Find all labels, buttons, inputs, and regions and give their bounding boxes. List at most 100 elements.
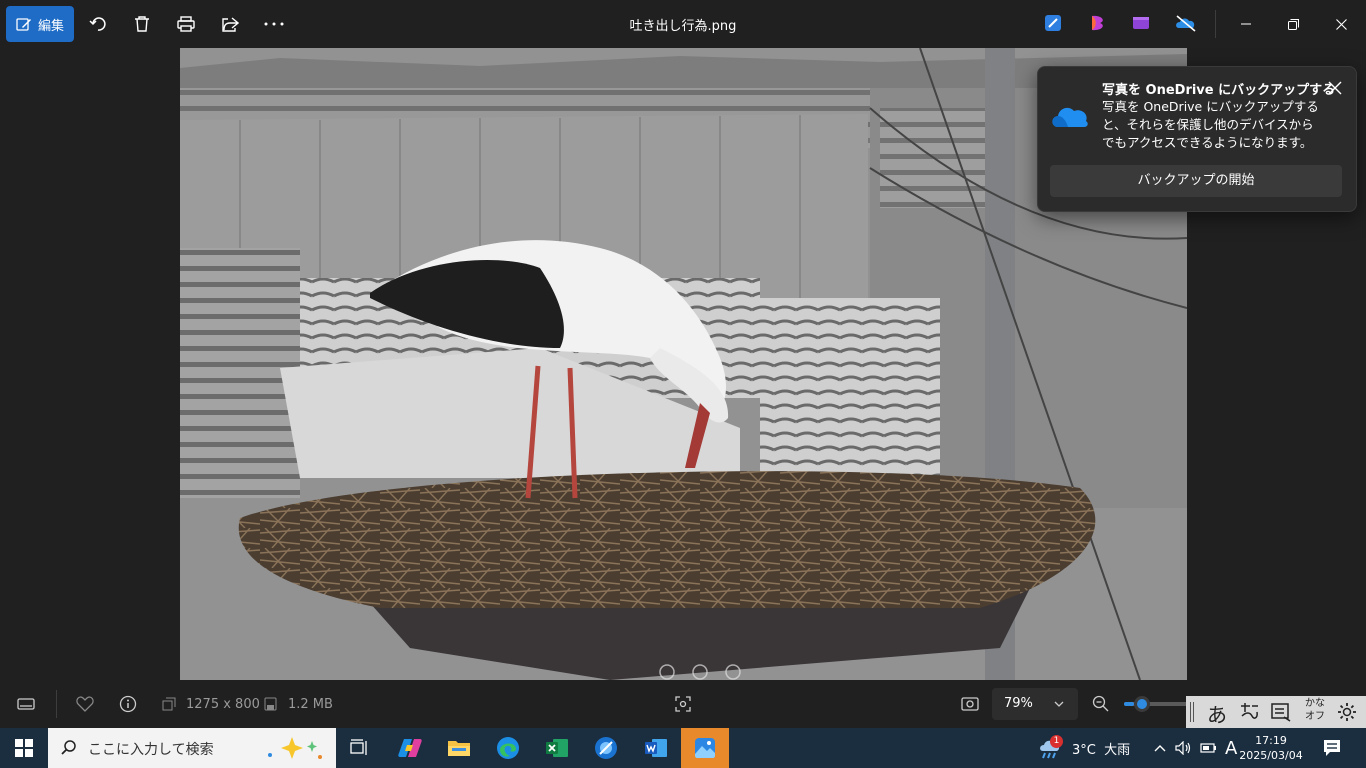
file-info-button[interactable] — [118, 694, 138, 714]
video-editor-button[interactable] — [1131, 13, 1151, 33]
zoom-out-button[interactable] — [1091, 694, 1111, 714]
filmstrip-icon — [17, 698, 35, 710]
excel-icon — [546, 739, 568, 757]
designer-button[interactable] — [1043, 13, 1063, 33]
notification-icon — [1324, 740, 1340, 756]
minimize-button[interactable] — [1223, 0, 1269, 48]
ime-kana-line1: かな — [1305, 698, 1325, 709]
delete-button[interactable] — [124, 6, 160, 42]
ime-hiragana-button[interactable]: あ — [1207, 699, 1227, 728]
more-button[interactable] — [256, 6, 292, 42]
start-backup-button[interactable]: バックアップの開始 — [1050, 165, 1342, 197]
zoom-slider-thumb[interactable] — [1133, 696, 1150, 712]
visual-search-icon — [675, 696, 691, 712]
search-icon — [61, 740, 76, 755]
edge-button[interactable] — [484, 728, 532, 768]
toast-body: 写真を OneDrive にバックアップすると、それらを保護し他のデバイスからで… — [1102, 99, 1319, 150]
minimize-icon — [1241, 23, 1251, 25]
volume-button[interactable] — [1175, 728, 1191, 768]
new-outlook-icon — [595, 737, 617, 759]
close-button[interactable] — [1318, 0, 1364, 48]
clock-time: 17:19 — [1255, 734, 1287, 747]
edit-image-icon — [16, 18, 31, 31]
share-icon — [222, 17, 239, 32]
status-divider — [56, 690, 57, 718]
outlook-button[interactable] — [582, 728, 630, 768]
folder-icon — [448, 741, 470, 756]
zoom-out-icon — [1092, 695, 1109, 712]
ime-pad-icon[interactable] — [1238, 702, 1260, 722]
windows-taskbar: ここに入力して検索 1 3°C 大雨 A 17:19 2025/03/04 — [0, 728, 1366, 768]
toolbar-divider — [1215, 10, 1216, 38]
search-placeholder: ここに入力して検索 — [88, 742, 214, 758]
weather-alert-badge: 1 — [1050, 735, 1063, 748]
edit-label: 編集 — [37, 18, 64, 34]
ime-kana-lock-button[interactable]: かな オフ — [1304, 697, 1326, 723]
heart-icon — [76, 696, 94, 712]
status-bar: 1275 x 800 1.2 MB 79% あ かな オフ — [0, 680, 1366, 728]
ime-mode-indicator[interactable]: A — [1225, 728, 1237, 768]
restore-icon — [1287, 18, 1299, 30]
onedrive-cloud-icon — [1052, 107, 1088, 127]
image-dimensions: 1275 x 800 — [186, 697, 260, 712]
filmstrip-button[interactable] — [16, 694, 36, 714]
toast-close-button[interactable] — [1324, 77, 1346, 99]
favorite-button[interactable] — [75, 694, 95, 714]
copilot-icon — [398, 739, 422, 757]
share-button[interactable] — [212, 6, 248, 42]
onedrive-off-icon — [1176, 15, 1196, 32]
chevron-down-icon — [1054, 701, 1064, 707]
taskbar-search-box[interactable]: ここに入力して検索 — [48, 728, 336, 768]
clipchamp-icon — [1092, 15, 1103, 31]
weather-text: 3°C 大雨 — [1072, 742, 1131, 758]
task-view-button[interactable] — [336, 728, 384, 768]
edge-icon — [497, 737, 519, 759]
search-highlight-icon — [268, 737, 322, 759]
rotate-icon — [89, 17, 106, 31]
info-icon — [119, 695, 137, 713]
battery-button[interactable] — [1200, 728, 1218, 768]
close-icon — [1328, 81, 1342, 95]
dimensions-icon — [162, 697, 176, 711]
zoom-value: 79% — [1004, 696, 1033, 711]
close-icon — [1335, 18, 1347, 30]
ime-kana-line2: オフ — [1305, 711, 1325, 722]
file-explorer-button[interactable] — [435, 728, 483, 768]
file-size: 1.2 MB — [288, 697, 333, 712]
file-title: 吐き出し行為.png — [629, 19, 737, 34]
word-button[interactable] — [632, 728, 680, 768]
actual-size-icon — [961, 697, 979, 711]
weather-widget[interactable]: 1 3°C 大雨 — [1038, 728, 1130, 768]
edit-button[interactable]: 編集 — [6, 6, 74, 42]
rotate-button[interactable] — [80, 6, 116, 42]
video-editor-icon — [1133, 17, 1149, 29]
zoom-slider[interactable] — [1124, 696, 1188, 712]
show-hidden-icons-button[interactable] — [1153, 728, 1167, 768]
more-icon — [264, 22, 284, 26]
restore-button[interactable] — [1270, 0, 1316, 48]
clock[interactable]: 17:19 2025/03/04 — [1239, 728, 1302, 768]
stork-nest-photo — [180, 48, 1187, 680]
start-button[interactable] — [0, 728, 48, 768]
delete-icon — [135, 16, 149, 32]
word-icon — [645, 739, 667, 757]
excel-button[interactable] — [533, 728, 581, 768]
photos-icon — [695, 738, 715, 758]
photo-viewer[interactable] — [180, 48, 1187, 680]
print-button[interactable] — [168, 6, 204, 42]
ime-settings-icon[interactable] — [1336, 701, 1358, 723]
ime-grip[interactable] — [1190, 702, 1194, 722]
clipchamp-button[interactable] — [1088, 13, 1108, 33]
chevron-up-icon — [1154, 745, 1166, 752]
photos-button-active[interactable] — [681, 728, 729, 768]
actual-size-button[interactable] — [960, 694, 980, 714]
onedrive-status-button[interactable] — [1175, 13, 1196, 33]
copilot-button[interactable] — [386, 728, 434, 768]
visual-search-button[interactable] — [673, 694, 693, 714]
zoom-dropdown[interactable]: 79% — [992, 688, 1078, 720]
print-icon — [177, 16, 195, 32]
notification-center-button[interactable] — [1322, 728, 1342, 768]
ime-dictionary-icon[interactable] — [1270, 702, 1292, 722]
windows-logo-icon — [15, 739, 33, 757]
designer-icon — [1045, 15, 1061, 31]
